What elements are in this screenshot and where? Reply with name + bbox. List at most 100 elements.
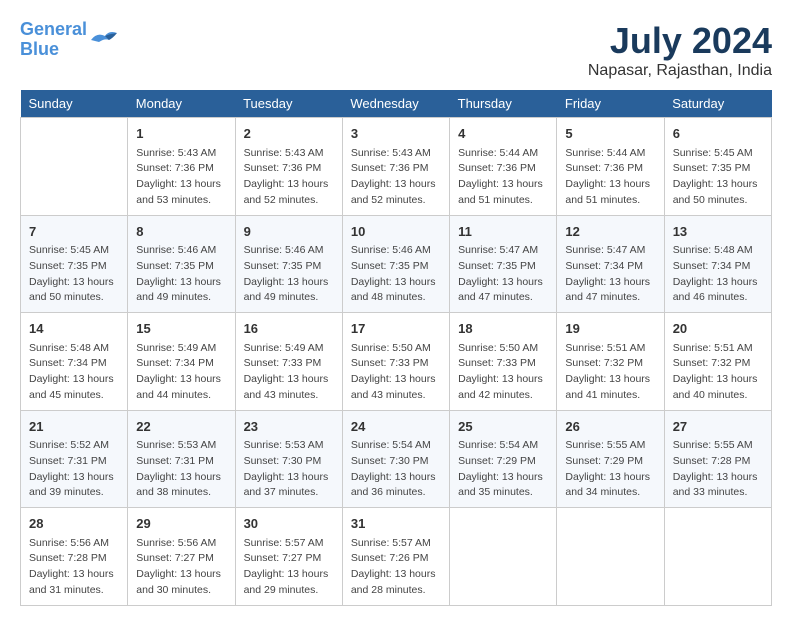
week-row-5: 28Sunrise: 5:56 AM Sunset: 7:28 PM Dayli… <box>21 508 772 606</box>
calendar-cell <box>664 508 771 606</box>
day-number: 28 <box>29 514 119 534</box>
calendar-cell: 8Sunrise: 5:46 AM Sunset: 7:35 PM Daylig… <box>128 215 235 313</box>
day-content: Sunrise: 5:47 AM Sunset: 7:34 PM Dayligh… <box>565 243 655 306</box>
day-content: Sunrise: 5:56 AM Sunset: 7:28 PM Dayligh… <box>29 536 119 599</box>
day-content: Sunrise: 5:44 AM Sunset: 7:36 PM Dayligh… <box>565 146 655 209</box>
day-number: 8 <box>136 222 226 242</box>
calendar-cell: 16Sunrise: 5:49 AM Sunset: 7:33 PM Dayli… <box>235 313 342 411</box>
day-number: 17 <box>351 319 441 339</box>
day-number: 20 <box>673 319 763 339</box>
logo-text: General Blue <box>20 20 87 60</box>
week-row-2: 7Sunrise: 5:45 AM Sunset: 7:35 PM Daylig… <box>21 215 772 313</box>
calendar-cell: 3Sunrise: 5:43 AM Sunset: 7:36 PM Daylig… <box>342 118 449 216</box>
day-content: Sunrise: 5:51 AM Sunset: 7:32 PM Dayligh… <box>673 341 763 404</box>
header-cell-wednesday: Wednesday <box>342 90 449 118</box>
calendar-cell: 5Sunrise: 5:44 AM Sunset: 7:36 PM Daylig… <box>557 118 664 216</box>
week-row-4: 21Sunrise: 5:52 AM Sunset: 7:31 PM Dayli… <box>21 410 772 508</box>
calendar-table: SundayMondayTuesdayWednesdayThursdayFrid… <box>20 90 772 606</box>
calendar-cell <box>557 508 664 606</box>
day-number: 22 <box>136 417 226 437</box>
day-number: 15 <box>136 319 226 339</box>
day-number: 4 <box>458 124 548 144</box>
day-number: 6 <box>673 124 763 144</box>
calendar-cell <box>21 118 128 216</box>
calendar-cell: 15Sunrise: 5:49 AM Sunset: 7:34 PM Dayli… <box>128 313 235 411</box>
day-content: Sunrise: 5:54 AM Sunset: 7:30 PM Dayligh… <box>351 438 441 501</box>
calendar-cell: 12Sunrise: 5:47 AM Sunset: 7:34 PM Dayli… <box>557 215 664 313</box>
day-number: 13 <box>673 222 763 242</box>
day-number: 18 <box>458 319 548 339</box>
calendar-cell: 6Sunrise: 5:45 AM Sunset: 7:35 PM Daylig… <box>664 118 771 216</box>
calendar-cell: 26Sunrise: 5:55 AM Sunset: 7:29 PM Dayli… <box>557 410 664 508</box>
day-number: 16 <box>244 319 334 339</box>
calendar-cell: 11Sunrise: 5:47 AM Sunset: 7:35 PM Dayli… <box>450 215 557 313</box>
day-content: Sunrise: 5:47 AM Sunset: 7:35 PM Dayligh… <box>458 243 548 306</box>
header-cell-saturday: Saturday <box>664 90 771 118</box>
day-number: 14 <box>29 319 119 339</box>
day-content: Sunrise: 5:55 AM Sunset: 7:28 PM Dayligh… <box>673 438 763 501</box>
calendar-cell: 22Sunrise: 5:53 AM Sunset: 7:31 PM Dayli… <box>128 410 235 508</box>
day-content: Sunrise: 5:43 AM Sunset: 7:36 PM Dayligh… <box>136 146 226 209</box>
header-cell-friday: Friday <box>557 90 664 118</box>
day-content: Sunrise: 5:46 AM Sunset: 7:35 PM Dayligh… <box>244 243 334 306</box>
calendar-cell: 7Sunrise: 5:45 AM Sunset: 7:35 PM Daylig… <box>21 215 128 313</box>
day-content: Sunrise: 5:57 AM Sunset: 7:27 PM Dayligh… <box>244 536 334 599</box>
calendar-cell <box>450 508 557 606</box>
calendar-cell: 27Sunrise: 5:55 AM Sunset: 7:28 PM Dayli… <box>664 410 771 508</box>
logo-bird-icon <box>89 28 119 52</box>
calendar-cell: 31Sunrise: 5:57 AM Sunset: 7:26 PM Dayli… <box>342 508 449 606</box>
day-number: 19 <box>565 319 655 339</box>
day-content: Sunrise: 5:43 AM Sunset: 7:36 PM Dayligh… <box>244 146 334 209</box>
day-number: 1 <box>136 124 226 144</box>
day-content: Sunrise: 5:57 AM Sunset: 7:26 PM Dayligh… <box>351 536 441 599</box>
logo: General Blue <box>20 20 119 60</box>
calendar-cell: 9Sunrise: 5:46 AM Sunset: 7:35 PM Daylig… <box>235 215 342 313</box>
day-content: Sunrise: 5:48 AM Sunset: 7:34 PM Dayligh… <box>673 243 763 306</box>
day-content: Sunrise: 5:48 AM Sunset: 7:34 PM Dayligh… <box>29 341 119 404</box>
page-header: General Blue July 2024 Napasar, Rajastha… <box>20 20 772 80</box>
header-cell-thursday: Thursday <box>450 90 557 118</box>
day-content: Sunrise: 5:49 AM Sunset: 7:34 PM Dayligh… <box>136 341 226 404</box>
day-content: Sunrise: 5:43 AM Sunset: 7:36 PM Dayligh… <box>351 146 441 209</box>
calendar-body: 1Sunrise: 5:43 AM Sunset: 7:36 PM Daylig… <box>21 118 772 606</box>
day-content: Sunrise: 5:50 AM Sunset: 7:33 PM Dayligh… <box>458 341 548 404</box>
day-content: Sunrise: 5:49 AM Sunset: 7:33 PM Dayligh… <box>244 341 334 404</box>
week-row-3: 14Sunrise: 5:48 AM Sunset: 7:34 PM Dayli… <box>21 313 772 411</box>
header-cell-monday: Monday <box>128 90 235 118</box>
day-number: 30 <box>244 514 334 534</box>
day-number: 31 <box>351 514 441 534</box>
day-number: 29 <box>136 514 226 534</box>
calendar-cell: 4Sunrise: 5:44 AM Sunset: 7:36 PM Daylig… <box>450 118 557 216</box>
calendar-cell: 18Sunrise: 5:50 AM Sunset: 7:33 PM Dayli… <box>450 313 557 411</box>
day-number: 5 <box>565 124 655 144</box>
day-content: Sunrise: 5:50 AM Sunset: 7:33 PM Dayligh… <box>351 341 441 404</box>
calendar-cell: 25Sunrise: 5:54 AM Sunset: 7:29 PM Dayli… <box>450 410 557 508</box>
day-content: Sunrise: 5:54 AM Sunset: 7:29 PM Dayligh… <box>458 438 548 501</box>
day-content: Sunrise: 5:52 AM Sunset: 7:31 PM Dayligh… <box>29 438 119 501</box>
calendar-cell: 10Sunrise: 5:46 AM Sunset: 7:35 PM Dayli… <box>342 215 449 313</box>
day-number: 12 <box>565 222 655 242</box>
day-number: 9 <box>244 222 334 242</box>
calendar-cell: 21Sunrise: 5:52 AM Sunset: 7:31 PM Dayli… <box>21 410 128 508</box>
calendar-header-row: SundayMondayTuesdayWednesdayThursdayFrid… <box>21 90 772 118</box>
day-content: Sunrise: 5:45 AM Sunset: 7:35 PM Dayligh… <box>673 146 763 209</box>
day-content: Sunrise: 5:53 AM Sunset: 7:31 PM Dayligh… <box>136 438 226 501</box>
calendar-cell: 23Sunrise: 5:53 AM Sunset: 7:30 PM Dayli… <box>235 410 342 508</box>
header-cell-sunday: Sunday <box>21 90 128 118</box>
header-cell-tuesday: Tuesday <box>235 90 342 118</box>
calendar-cell: 29Sunrise: 5:56 AM Sunset: 7:27 PM Dayli… <box>128 508 235 606</box>
day-content: Sunrise: 5:53 AM Sunset: 7:30 PM Dayligh… <box>244 438 334 501</box>
day-content: Sunrise: 5:56 AM Sunset: 7:27 PM Dayligh… <box>136 536 226 599</box>
calendar-cell: 20Sunrise: 5:51 AM Sunset: 7:32 PM Dayli… <box>664 313 771 411</box>
day-number: 10 <box>351 222 441 242</box>
calendar-cell: 13Sunrise: 5:48 AM Sunset: 7:34 PM Dayli… <box>664 215 771 313</box>
day-number: 27 <box>673 417 763 437</box>
calendar-cell: 2Sunrise: 5:43 AM Sunset: 7:36 PM Daylig… <box>235 118 342 216</box>
calendar-cell: 19Sunrise: 5:51 AM Sunset: 7:32 PM Dayli… <box>557 313 664 411</box>
day-content: Sunrise: 5:46 AM Sunset: 7:35 PM Dayligh… <box>136 243 226 306</box>
day-content: Sunrise: 5:55 AM Sunset: 7:29 PM Dayligh… <box>565 438 655 501</box>
day-number: 24 <box>351 417 441 437</box>
day-number: 2 <box>244 124 334 144</box>
calendar-cell: 1Sunrise: 5:43 AM Sunset: 7:36 PM Daylig… <box>128 118 235 216</box>
day-number: 7 <box>29 222 119 242</box>
